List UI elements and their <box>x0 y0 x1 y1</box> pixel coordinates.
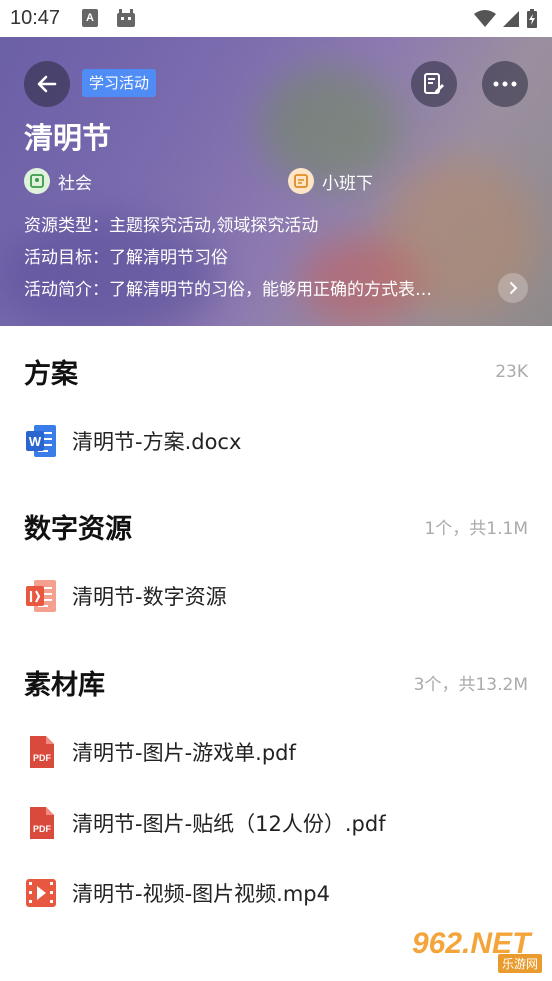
back-arrow-icon <box>37 75 57 93</box>
more-dots-icon <box>493 81 517 87</box>
grade-icon <box>288 168 314 194</box>
battery-icon <box>527 9 537 28</box>
file-name: 清明节-图片-游戏单.pdf <box>72 741 296 765</box>
subject-icon <box>24 168 50 194</box>
file-item[interactable]: W 清明节-方案.docx <box>24 419 528 463</box>
file-item[interactable]: 清明节-视频-图片视频.mp4 <box>24 871 528 915</box>
back-button[interactable] <box>24 61 70 107</box>
resource-type-line: 资源类型：主题探究活动,领域探究活动 <box>24 216 319 236</box>
signal-icon <box>503 11 519 27</box>
pdf-icon: PDF <box>30 807 54 839</box>
section-size: 1个，共1.1M <box>424 519 528 539</box>
section-header-plan: 方案 23K <box>24 352 528 391</box>
watermark-logo: 962.NET 乐游网 <box>408 927 546 973</box>
subject-label: 社会 <box>24 168 92 194</box>
android-robot-icon <box>115 7 137 29</box>
grade-text: 小班下 <box>322 173 373 194</box>
hero-header: 学习活动 清明节 社会 小班下 资源类型：主题探究活动,领域探究活动 活动目标：… <box>0 37 552 326</box>
section-size: 23K <box>495 361 528 382</box>
subject-text: 社会 <box>58 173 92 194</box>
wifi-icon <box>474 10 496 27</box>
svg-text:W: W <box>29 434 42 449</box>
edit-note-button[interactable] <box>411 61 457 107</box>
file-name: 清明节-视频-图片视频.mp4 <box>72 882 330 906</box>
status-bar: 10:47 A <box>0 0 552 37</box>
pdf-icon: PDF <box>30 736 54 768</box>
word-doc-icon: W <box>26 425 56 457</box>
section-title: 方案 <box>24 359 78 390</box>
activity-intro-line: 活动简介：了解清明节的习俗，能够用正确的方式表… <box>24 280 432 300</box>
svg-text:PDF: PDF <box>33 753 52 763</box>
status-time: 10:47 <box>10 7 61 29</box>
file-item[interactable]: PDF 清明节-图片-贴纸（12人份）.pdf <box>24 801 528 845</box>
expand-intro-button[interactable] <box>498 273 528 303</box>
file-item[interactable]: PDF 清明节-图片-游戏单.pdf <box>24 730 528 774</box>
category-tag: 学习活动 <box>82 69 157 97</box>
activity-goal-line: 活动目标：了解清明节习俗 <box>24 248 228 268</box>
status-right <box>474 8 538 30</box>
section-title: 素材库 <box>24 670 105 701</box>
file-name: 清明节-数字资源 <box>72 585 227 609</box>
file-item[interactable]: 清明节-数字资源 <box>24 574 528 618</box>
section-size: 3个，共13.2M <box>413 675 528 695</box>
chevron-right-icon <box>510 282 518 294</box>
svg-text:PDF: PDF <box>33 824 52 834</box>
section-header-digital: 数字资源 1个，共1.1M <box>24 507 528 546</box>
presentation-icon <box>26 580 56 612</box>
more-options-button[interactable] <box>482 61 528 107</box>
notification-a-icon: A <box>82 9 98 27</box>
edit-note-icon <box>424 73 444 94</box>
video-icon <box>26 879 56 907</box>
file-name: 清明节-方案.docx <box>72 430 242 454</box>
section-title: 数字资源 <box>24 514 132 545</box>
grade-label: 小班下 <box>288 168 373 194</box>
page-title: 清明节 <box>24 121 112 155</box>
watermark-subtext: 乐游网 <box>497 954 542 973</box>
section-header-materials: 素材库 3个，共13.2M <box>24 663 528 702</box>
file-name: 清明节-图片-贴纸（12人份）.pdf <box>72 812 386 836</box>
